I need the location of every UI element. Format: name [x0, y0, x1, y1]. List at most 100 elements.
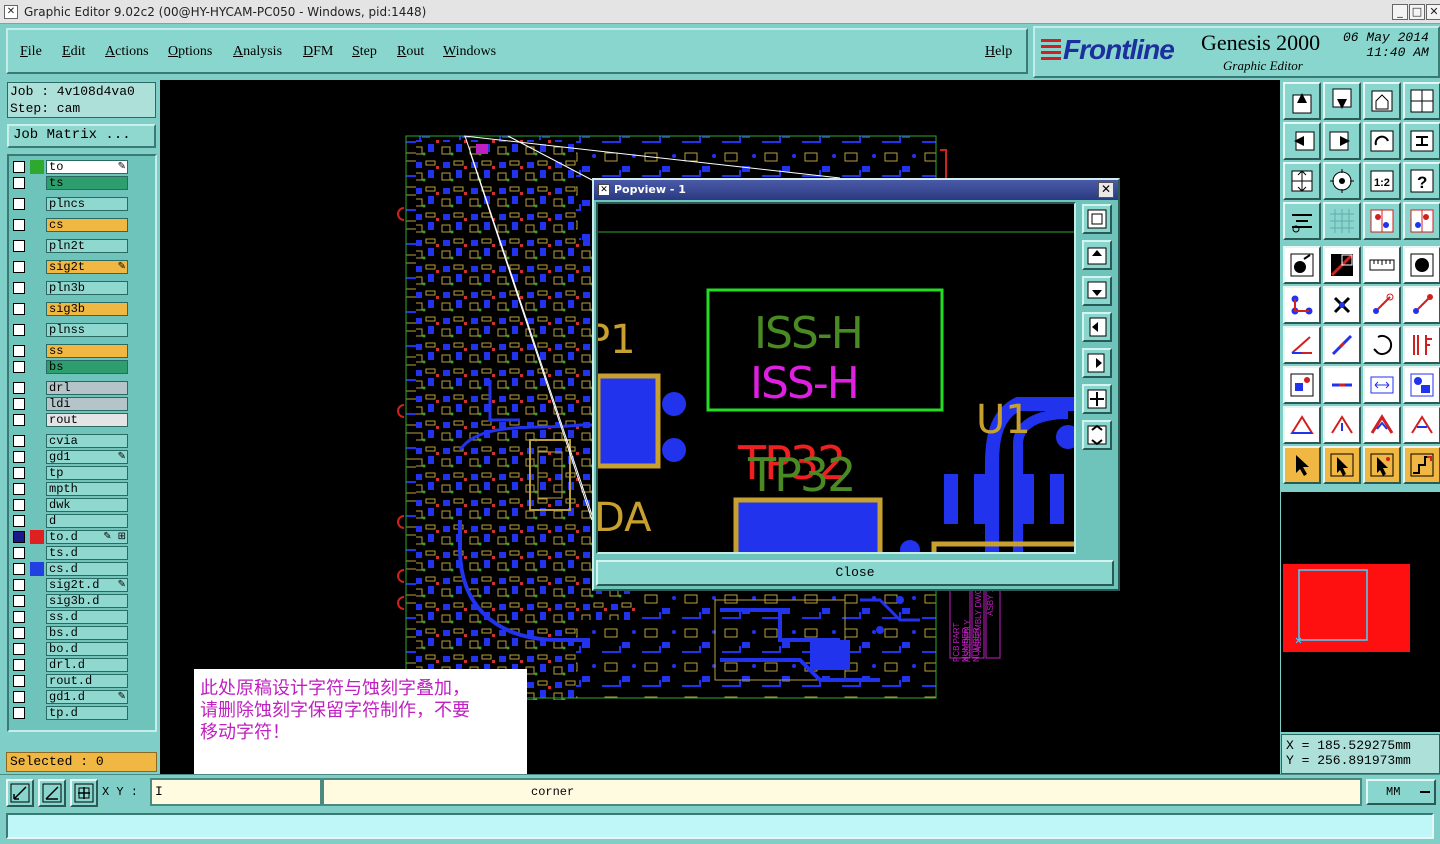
layer-name[interactable]: drl.d: [46, 658, 128, 672]
popview-window[interactable]: ✕ Popview - 1 ✕ ISS-H ISS-H TP32 TP32 U1…: [592, 178, 1120, 591]
pan-down-button[interactable]: [1323, 82, 1361, 120]
maximize-button[interactable]: □: [1409, 4, 1425, 20]
layer-name[interactable]: d: [46, 514, 128, 528]
pan-up-button[interactable]: [1283, 82, 1321, 120]
popview-title-bar[interactable]: ✕ Popview - 1 ✕: [594, 180, 1118, 200]
layer-checkbox[interactable]: [13, 611, 25, 623]
menu-step[interactable]: Step: [352, 44, 377, 60]
help-button[interactable]: ?: [1403, 162, 1440, 200]
cross-button[interactable]: [1323, 286, 1361, 324]
pv-pan-left-button[interactable]: [1082, 312, 1112, 342]
layer-checkbox[interactable]: [13, 398, 25, 410]
layer-checkbox[interactable]: [13, 345, 25, 357]
layer-checkbox[interactable]: [13, 198, 25, 210]
popview-canvas[interactable]: ISS-H ISS-H TP32 TP32 U1 P1 DA: [596, 202, 1076, 554]
popview-close-button[interactable]: Close: [596, 560, 1114, 586]
layer-checkbox[interactable]: [13, 161, 25, 173]
diagonal-line-button[interactable]: [1323, 326, 1361, 364]
triangle-up-button[interactable]: [1363, 406, 1401, 444]
move-point-button[interactable]: [1363, 286, 1401, 324]
layer-color-chip[interactable]: [30, 530, 44, 544]
layer-checkbox[interactable]: [13, 361, 25, 373]
layer-name[interactable]: sig2t ✎: [46, 260, 128, 274]
redraw-button[interactable]: [1363, 122, 1401, 160]
layer-checkbox[interactable]: [13, 219, 25, 231]
mirror-button[interactable]: [1403, 122, 1440, 160]
pv-pan-down-button[interactable]: [1082, 276, 1112, 306]
layer-name[interactable]: bs.d: [46, 626, 128, 640]
pv-pan-up-button[interactable]: [1082, 240, 1112, 270]
layer-colors-button[interactable]: [1363, 202, 1401, 240]
layer-checkbox[interactable]: [13, 282, 25, 294]
layer-name[interactable]: tp.d: [46, 706, 128, 720]
layer-checkbox[interactable]: [13, 691, 25, 703]
layer-checkbox[interactable]: [13, 675, 25, 687]
layer-checkbox[interactable]: [13, 303, 25, 315]
layer-checkbox[interactable]: [13, 451, 25, 463]
layer-checkbox[interactable]: [13, 467, 25, 479]
home-view-button[interactable]: [1363, 82, 1401, 120]
grid-pattern-button[interactable]: [1323, 202, 1361, 240]
layer-checkbox[interactable]: [13, 261, 25, 273]
menu-help[interactable]: Help: [985, 44, 1012, 60]
ruler-button[interactable]: [1363, 246, 1401, 284]
triangle-down-button[interactable]: [1403, 406, 1440, 444]
zoom-fit-button[interactable]: [1283, 162, 1321, 200]
triangle-move-button[interactable]: [1323, 406, 1361, 444]
layer-checkbox[interactable]: [13, 499, 25, 511]
triangle-add-button[interactable]: [1283, 406, 1321, 444]
layer-checkbox[interactable]: [13, 627, 25, 639]
scale-1-2-button[interactable]: 1:2: [1363, 162, 1401, 200]
layer-name[interactable]: bs: [46, 360, 128, 374]
layer-checkbox[interactable]: [13, 435, 25, 447]
layer-checkbox[interactable]: [13, 382, 25, 394]
layer-colors-alt-button[interactable]: [1403, 202, 1440, 240]
pointer-button[interactable]: [1283, 446, 1321, 484]
layer-color-chip[interactable]: [30, 562, 44, 576]
layer-name[interactable]: plncs: [46, 197, 128, 211]
layer-checkbox[interactable]: [13, 177, 25, 189]
snap-button[interactable]: [6, 779, 34, 807]
menu-actions[interactable]: Actions: [105, 44, 149, 60]
layer-color-chip[interactable]: [30, 160, 44, 174]
layer-name[interactable]: pln3b: [46, 281, 128, 295]
pv-zoom-fit-button[interactable]: [1082, 204, 1112, 234]
layer-name[interactable]: sig2t.d ✎: [46, 578, 128, 592]
units-selector[interactable]: MM: [1366, 779, 1436, 805]
layer-checkbox[interactable]: [13, 324, 25, 336]
layer-checkbox[interactable]: [13, 595, 25, 607]
pv-zoom-in-button[interactable]: [1082, 384, 1112, 414]
arc-button[interactable]: [1363, 326, 1401, 364]
layer-name[interactable]: gd1 ✎: [46, 450, 128, 464]
layer-name[interactable]: to ✎: [46, 160, 128, 174]
layer-name[interactable]: bo.d: [46, 642, 128, 656]
layer-checkbox[interactable]: [13, 240, 25, 252]
dimension-button[interactable]: [1363, 366, 1401, 404]
layer-name[interactable]: pln2t: [46, 239, 128, 253]
layer-checkbox[interactable]: [13, 483, 25, 495]
select-box-button[interactable]: [1283, 366, 1321, 404]
line-draw-button[interactable]: [1323, 246, 1361, 284]
minimize-button[interactable]: _: [1392, 4, 1408, 20]
layer-name[interactable]: cs: [46, 218, 128, 232]
layer-name[interactable]: plnss: [46, 323, 128, 337]
layer-name[interactable]: drl: [46, 381, 128, 395]
net-button[interactable]: [1283, 286, 1321, 324]
popview-close-x-button[interactable]: ✕: [1098, 182, 1114, 198]
layer-name[interactable]: gd1.d ✎: [46, 690, 128, 704]
menu-dfm[interactable]: DFM: [303, 44, 333, 60]
angle-line-button[interactable]: [1283, 326, 1321, 364]
xy-input[interactable]: I: [150, 778, 322, 806]
layer-name[interactable]: cs.d: [46, 562, 128, 576]
window-title-bar[interactable]: ✕ Graphic Editor 9.02c2 (00@HY-HYCAM-PC0…: [0, 0, 1440, 24]
pointer-box-button[interactable]: [1323, 446, 1361, 484]
overview-map[interactable]: [1281, 492, 1440, 732]
grid-button[interactable]: [70, 779, 98, 807]
layer-checkbox[interactable]: [13, 414, 25, 426]
line-segment-button[interactable]: [1323, 366, 1361, 404]
toolbox-button[interactable]: [1283, 202, 1321, 240]
layer-name[interactable]: dwk: [46, 498, 128, 512]
menu-edit[interactable]: Edit: [62, 44, 85, 60]
step-tool-button[interactable]: [1403, 446, 1440, 484]
layer-name[interactable]: tp: [46, 466, 128, 480]
